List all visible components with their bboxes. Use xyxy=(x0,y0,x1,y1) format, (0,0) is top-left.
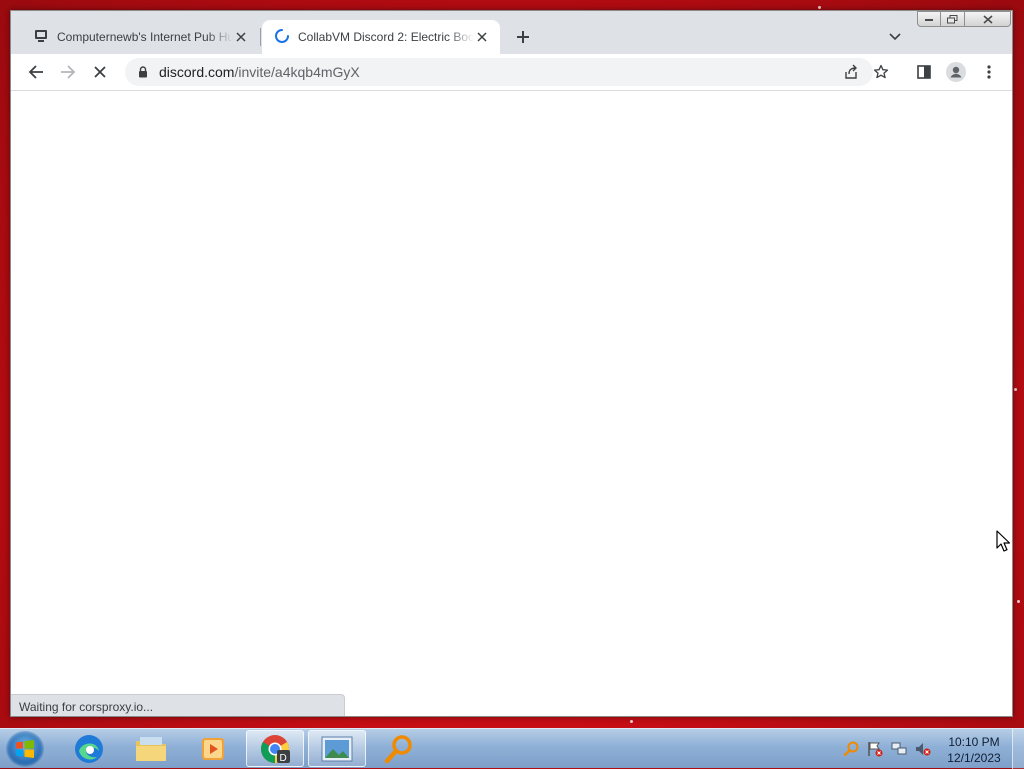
clock-time: 10:10 PM xyxy=(948,735,1000,749)
edge-browser-icon[interactable] xyxy=(60,730,118,767)
system-clock[interactable]: 10:10 PM 12/1/2023 xyxy=(942,734,1006,766)
window-caption-buttons xyxy=(917,11,1011,27)
address-bar[interactable]: discord.com/invite/a4kqb4mGyX xyxy=(125,58,889,86)
volume-muted-icon[interactable] xyxy=(914,740,932,758)
show-desktop-button[interactable] xyxy=(1012,729,1024,769)
tray-search-icon[interactable] xyxy=(842,740,860,758)
taskbar: D 10:10 PM 12/1/2023 xyxy=(0,728,1024,769)
stop-loading-button[interactable] xyxy=(86,58,114,86)
browser-toolbar: discord.com/invite/a4kqb4mGyX xyxy=(11,54,1012,91)
minimize-button[interactable] xyxy=(917,11,941,27)
kebab-menu-icon[interactable] xyxy=(975,58,1003,86)
close-tab-icon[interactable] xyxy=(233,29,249,45)
forward-button[interactable] xyxy=(54,58,82,86)
desktop-sparkle xyxy=(818,6,821,9)
windows-logo-icon xyxy=(16,740,34,758)
tab-search-chevron-icon[interactable] xyxy=(883,25,907,49)
tab-separator xyxy=(260,28,261,46)
close-tab-icon[interactable] xyxy=(474,29,490,45)
file-explorer-icon[interactable] xyxy=(122,730,180,767)
status-bubble: Waiting for corsproxy.io... xyxy=(11,694,345,716)
loading-spinner-icon xyxy=(274,28,290,47)
url-host: discord.com xyxy=(159,64,235,80)
close-window-button[interactable] xyxy=(965,11,1011,27)
tab-title: CollabVM Discord 2: Electric Boogaloo xyxy=(298,30,474,44)
new-tab-button[interactable] xyxy=(511,25,535,49)
bookmark-star-icon[interactable] xyxy=(869,60,893,84)
start-button[interactable] xyxy=(6,731,44,767)
tab-title: Computernewb's Internet Pub Hub xyxy=(57,30,233,44)
desktop-sparkle xyxy=(630,720,633,723)
lock-icon[interactable] xyxy=(135,64,151,80)
url-text: discord.com/invite/a4kqb4mGyX xyxy=(159,64,360,80)
photo-viewer-icon[interactable] xyxy=(308,730,366,767)
side-panel-icon[interactable] xyxy=(910,58,938,86)
url-path: /invite/a4kqb4mGyX xyxy=(234,64,360,80)
media-player-icon[interactable] xyxy=(184,730,242,767)
restore-button[interactable] xyxy=(941,11,965,27)
svg-text:D: D xyxy=(280,753,287,764)
back-button[interactable] xyxy=(22,58,50,86)
mouse-cursor-icon xyxy=(996,530,1011,555)
clock-date: 12/1/2023 xyxy=(947,751,1001,765)
tab-collabvm-discord[interactable]: CollabVM Discord 2: Electric Boogaloo xyxy=(262,20,500,54)
chrome-taskbar-button[interactable]: D xyxy=(246,730,304,767)
desktop-sparkle xyxy=(1014,388,1017,391)
tab-pub-hub[interactable]: Computernewb's Internet Pub Hub xyxy=(21,20,259,54)
share-icon[interactable] xyxy=(839,60,863,84)
magnifier-search-icon[interactable] xyxy=(370,730,428,767)
desktop-sparkle xyxy=(1017,600,1020,603)
tab-strip: Computernewb's Internet Pub Hub CollabVM… xyxy=(11,11,1012,54)
network-icon[interactable] xyxy=(890,740,908,758)
profile-avatar-icon[interactable] xyxy=(942,58,970,86)
computer-icon xyxy=(33,28,49,47)
page-viewport[interactable]: Waiting for corsproxy.io... xyxy=(11,91,1012,716)
action-center-flag-icon[interactable] xyxy=(866,740,884,758)
browser-window: Computernewb's Internet Pub Hub CollabVM… xyxy=(10,10,1013,717)
